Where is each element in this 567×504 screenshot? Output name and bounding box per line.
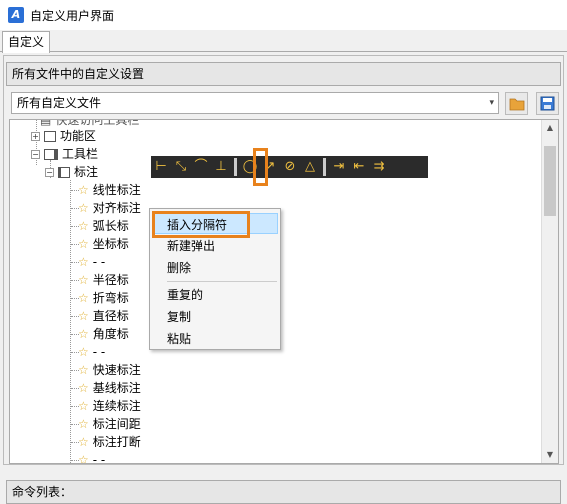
quick-dim-icon[interactable]: ⇥ (329, 158, 349, 176)
tab-customize[interactable]: 自定义 (2, 31, 50, 53)
menu-item-delete[interactable]: 删除 (167, 259, 191, 277)
ribbon-icon (44, 130, 56, 142)
menu-divider (167, 281, 277, 282)
command-star-icon: ☆ (78, 219, 89, 233)
save-icon (540, 96, 555, 111)
window-title: 自定义用户界面 (30, 8, 115, 23)
command-star-icon: ☆ (78, 399, 89, 413)
menu-item-duplicate[interactable]: 重复的 (167, 286, 203, 304)
command-star-icon: ☆ (78, 435, 89, 449)
command-star-icon: ☆ (78, 201, 89, 215)
command-star-icon: ☆ (78, 237, 89, 251)
angular-dim-icon[interactable]: △ (300, 158, 320, 176)
tree-node-ribbon[interactable]: + 功能区 (31, 127, 96, 145)
tree-node-command[interactable]: ☆ - - (78, 253, 105, 271)
linear-dim-icon[interactable]: ⊢ (151, 158, 171, 176)
section-header: 所有文件中的自定义设置 (6, 62, 561, 86)
collapse-icon[interactable]: − (45, 167, 54, 177)
menu-item-new-flyout[interactable]: 新建弹出 (167, 237, 215, 255)
cad-app-icon: A (8, 7, 24, 23)
tree-node-command[interactable]: ☆ 半径标 (78, 271, 129, 289)
vertical-scrollbar[interactable]: ▲ ▼ (541, 120, 558, 463)
arc-length-icon[interactable]: ⌒ (191, 158, 211, 176)
command-star-icon: ☆ (78, 183, 89, 197)
menu-item-paste[interactable]: 粘贴 (167, 330, 191, 348)
command-star-icon: ☆ (78, 291, 89, 305)
tree-node-command[interactable]: ☆ 快速标注 (78, 361, 141, 379)
context-menu: 插入分隔符 新建弹出 删除 重复的 复制 粘贴 (149, 208, 281, 350)
scroll-up-icon[interactable]: ▲ (542, 120, 558, 136)
command-label: 折弯标 (92, 291, 129, 305)
command-star-icon: ☆ (78, 381, 89, 395)
tree-node-command[interactable]: ☆ 基线标注 (78, 379, 141, 397)
tree-node-command[interactable]: ☆ - - (78, 451, 106, 464)
baseline-dim-icon[interactable]: ⇤ (349, 158, 369, 176)
tree-node-toolbars[interactable]: − 工具栏 (31, 145, 98, 163)
tree-node-command[interactable]: ☆ 标注打断 (78, 433, 141, 451)
command-star-icon: ☆ (78, 309, 89, 323)
collapse-icon[interactable]: − (31, 149, 40, 159)
aligned-dim-icon[interactable]: ⤡ (171, 158, 191, 176)
ordinate-dim-icon[interactable]: ⊥ (211, 158, 231, 176)
menu-item-copy[interactable]: 复制 (167, 308, 191, 326)
chevron-down-icon: ▾ (489, 98, 494, 108)
command-label: - - (92, 453, 106, 464)
command-label: 对齐标注 (92, 201, 141, 215)
continue-dim-icon[interactable]: ⇉ (369, 158, 389, 176)
command-star-icon: ☆ (78, 453, 89, 464)
toolbar-icon (58, 166, 70, 178)
command-label: 标注间距 (92, 417, 141, 431)
tree-node-dimension[interactable]: − 标注 (45, 163, 98, 181)
tree-node-command[interactable]: ☆ 弧长标 (78, 217, 129, 235)
command-star-icon: ☆ (78, 255, 89, 269)
tree-node-command[interactable]: ☆ 对齐标注 (78, 199, 141, 217)
command-label: 半径标 (92, 273, 129, 287)
diameter-dim-icon[interactable]: ⊘ (280, 158, 300, 176)
tree-node-command[interactable]: ☆ 角度标 (78, 325, 129, 343)
separator-highlight (253, 148, 268, 186)
command-star-icon: ☆ (78, 273, 89, 287)
tree-node-command[interactable]: ☆ 折弯标 (78, 289, 129, 307)
tree-node-command[interactable]: ☆ 标注间距 (78, 415, 141, 433)
command-label: - - (92, 345, 106, 359)
command-label: 快速标注 (92, 363, 141, 377)
tree-node-command[interactable]: ☆ 连续标注 (78, 397, 141, 415)
command-label: 基线标注 (92, 381, 141, 395)
command-label: 标注打断 (92, 435, 141, 449)
tree-node-command[interactable]: ☆ - - (78, 343, 105, 361)
scroll-thumb[interactable] (544, 146, 556, 216)
separator-icon[interactable] (234, 158, 237, 176)
customization-file-select[interactable]: 所有自定义文件 ▾ (11, 92, 499, 114)
scroll-down-icon[interactable]: ▼ (542, 447, 558, 463)
command-star-icon: ☆ (78, 417, 89, 431)
tree-node-command[interactable]: ☆ 坐标标 (78, 235, 129, 253)
command-label: 直径标 (92, 309, 129, 323)
folder-icon (509, 98, 524, 110)
tab-strip: 自定义 (0, 30, 567, 53)
command-star-icon: ☆ (78, 327, 89, 341)
toolbar-preview: ⊢ ⤡ ⌒ ⊥ ◯ ↗ ⊘ △ ⇥ ⇤ ⇉ (151, 156, 428, 178)
command-label: 线性标注 (92, 183, 141, 197)
tree-node-command[interactable]: ☆ 线性标注 (78, 181, 141, 199)
command-label: 坐标标 (92, 237, 129, 251)
command-label: - - (92, 255, 106, 269)
command-star-icon: ☆ (78, 363, 89, 377)
expand-icon[interactable]: + (31, 131, 40, 141)
command-star-icon: ☆ (78, 345, 89, 359)
separator-icon[interactable] (323, 158, 326, 176)
open-file-button[interactable] (505, 92, 528, 115)
tree-node-command[interactable]: ☆ 直径标 (78, 307, 129, 325)
select-value: 所有自定义文件 (17, 96, 102, 110)
menu-item-insert-separator[interactable]: 插入分隔符 (167, 216, 227, 234)
command-list-header: 命令列表： (6, 480, 561, 504)
title-bar: A 自定义用户界面 (0, 0, 567, 30)
toolbar-icon (44, 148, 58, 160)
command-label: 弧长标 (92, 219, 129, 233)
tree-line (70, 180, 71, 463)
command-label: 角度标 (92, 327, 129, 341)
save-button[interactable] (536, 92, 559, 115)
command-label: 连续标注 (92, 399, 141, 413)
